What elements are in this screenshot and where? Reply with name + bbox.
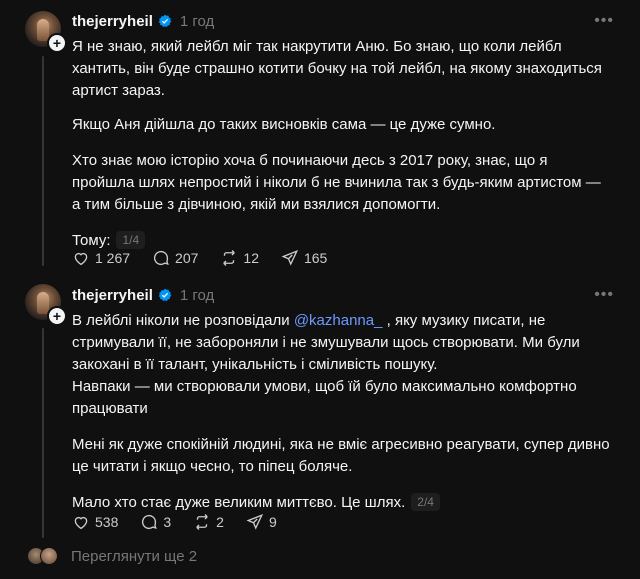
share-icon <box>246 514 264 530</box>
thread-connector-line <box>42 56 44 266</box>
comment-icon <box>142 514 158 530</box>
avatar[interactable]: + <box>25 11 67 53</box>
post-paragraph: Мені як дуже спокійній людині, яка не вм… <box>72 436 610 475</box>
username[interactable]: thejerryheil <box>72 13 153 30</box>
avatar[interactable]: + <box>25 284 67 326</box>
post-paragraph: Якщо Аня дійшла до таких висновків сама … <box>72 116 496 133</box>
repost-button[interactable]: 12 <box>220 249 259 267</box>
post-time: 1 год <box>179 286 215 304</box>
like-button[interactable]: 1 267 <box>72 249 130 267</box>
more-icon[interactable]: ••• <box>594 286 614 304</box>
post-paragraph: Хто знає мою історію хоча б починаючи де… <box>72 152 601 213</box>
repost-icon <box>196 514 208 530</box>
comment-count: 207 <box>175 250 199 266</box>
post-paragraph: В лейблі ніколи не розповідали @kazhanna… <box>72 310 612 376</box>
username[interactable]: thejerryheil <box>72 287 153 304</box>
view-more-replies[interactable]: Переглянути ще 2 <box>27 545 197 567</box>
comment-button[interactable]: 3 <box>140 513 171 531</box>
verified-badge-icon <box>158 288 172 302</box>
like-count: 538 <box>95 514 119 530</box>
view-more-replies-label[interactable]: Переглянути ще 2 <box>71 548 197 565</box>
heart-icon <box>74 516 88 530</box>
comment-button[interactable]: 207 <box>152 249 198 267</box>
comment-count: 3 <box>163 514 172 530</box>
more-icon[interactable]: ••• <box>594 12 614 30</box>
last-line: Мало хто стає дуже великим миттєво. Це ш… <box>72 494 406 511</box>
follow-plus-icon[interactable]: + <box>47 306 67 326</box>
repost-count: 2 <box>216 514 224 530</box>
repost-button[interactable]: 2 <box>193 513 224 531</box>
post-paragraph: Навпаки — ми створювали умови, щоб їй бу… <box>72 378 577 417</box>
reply-avatar <box>40 547 58 565</box>
like-count: 1 267 <box>95 250 131 266</box>
post-text: Я не знаю, який лейбл міг так накрутити … <box>72 36 612 252</box>
follow-plus-icon[interactable]: + <box>47 33 67 53</box>
share-button[interactable]: 165 <box>281 249 327 267</box>
like-button[interactable]: 538 <box>72 513 118 531</box>
post-actions: 538 3 2 9 <box>72 511 299 533</box>
thread-connector-line <box>42 328 44 538</box>
share-count: 9 <box>268 514 277 530</box>
post-actions: 1 267 207 12 165 <box>72 247 349 269</box>
post-time: 1 год <box>179 12 215 30</box>
share-icon <box>281 250 299 266</box>
share-count: 165 <box>303 250 328 266</box>
mention-link[interactable]: @kazhanna_ <box>294 312 383 329</box>
text-span: В лейблі ніколи не розповідали <box>72 312 294 329</box>
post-text: В лейблі ніколи не розповідали @kazhanna… <box>72 310 612 514</box>
post-header: thejerryheil 1 год <box>72 11 214 31</box>
post-header: thejerryheil 1 год <box>72 285 214 305</box>
repost-icon <box>223 250 236 266</box>
thread-counter-badge: 2/4 <box>411 493 440 511</box>
heart-icon <box>74 252 88 266</box>
post-paragraph: Я не знаю, який лейбл міг так накрутити … <box>72 38 602 99</box>
comment-icon <box>154 250 169 266</box>
repost-count: 12 <box>243 250 259 266</box>
share-button[interactable]: 9 <box>246 513 277 531</box>
verified-badge-icon <box>158 14 172 28</box>
